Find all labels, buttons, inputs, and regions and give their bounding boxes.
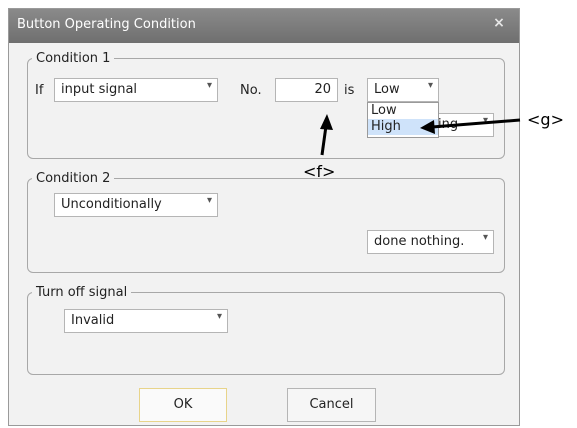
arrow-g-head xyxy=(420,120,435,134)
annotation-label-g: <g> xyxy=(527,110,564,129)
arrow-f-head xyxy=(320,114,333,130)
annotation-label-f: <f> xyxy=(303,162,336,181)
annotation-arrows xyxy=(320,114,521,156)
arrow-f-line xyxy=(320,125,328,156)
arrow-g-line xyxy=(431,118,521,129)
